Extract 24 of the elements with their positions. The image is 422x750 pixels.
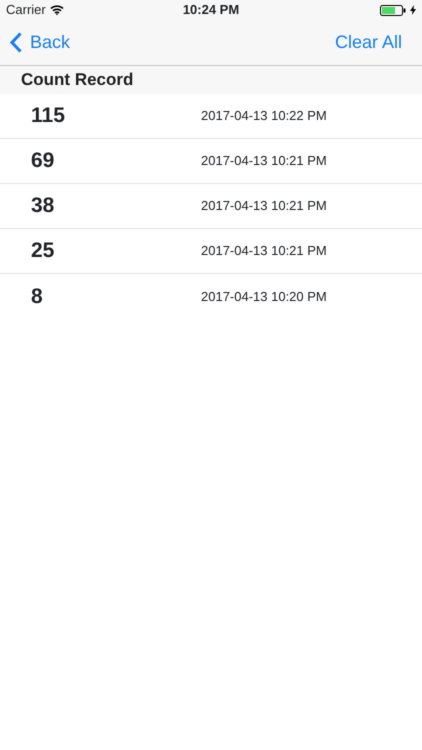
- record-timestamp: 2017-04-13 10:21 PM: [201, 242, 327, 260]
- wifi-icon: [50, 5, 64, 15]
- section-header: Count Record: [21, 69, 134, 92]
- count-value: 38: [30, 193, 56, 220]
- clear-all-button[interactable]: Clear All: [334, 29, 402, 56]
- status-time: 10:24 PM: [182, 1, 240, 20]
- record-timestamp: 2017-04-13 10:20 PM: [201, 288, 327, 306]
- battery-icon: [380, 4, 406, 16]
- record-row[interactable]: 8 2017-04-13 10:20 PM: [0, 274, 422, 319]
- record-row[interactable]: 38 2017-04-13 10:21 PM: [0, 184, 422, 229]
- record-row[interactable]: 69 2017-04-13 10:21 PM: [0, 139, 422, 184]
- charging-icon: [410, 5, 416, 15]
- record-timestamp: 2017-04-13 10:21 PM: [201, 152, 327, 170]
- record-row[interactable]: 115 2017-04-13 10:22 PM: [0, 94, 422, 139]
- record-timestamp: 2017-04-13 10:22 PM: [201, 107, 327, 126]
- back-button[interactable]: Back: [10, 29, 70, 56]
- count-value: 8: [30, 284, 44, 310]
- carrier-label: Carrier: [6, 1, 46, 20]
- record-row[interactable]: 25 2017-04-13 10:21 PM: [0, 229, 422, 274]
- record-timestamp: 2017-04-13 10:21 PM: [201, 197, 327, 216]
- count-value: 115: [30, 103, 66, 130]
- count-value: 69: [30, 148, 56, 174]
- count-value: 25: [30, 238, 56, 264]
- chevron-left-icon: [10, 32, 22, 53]
